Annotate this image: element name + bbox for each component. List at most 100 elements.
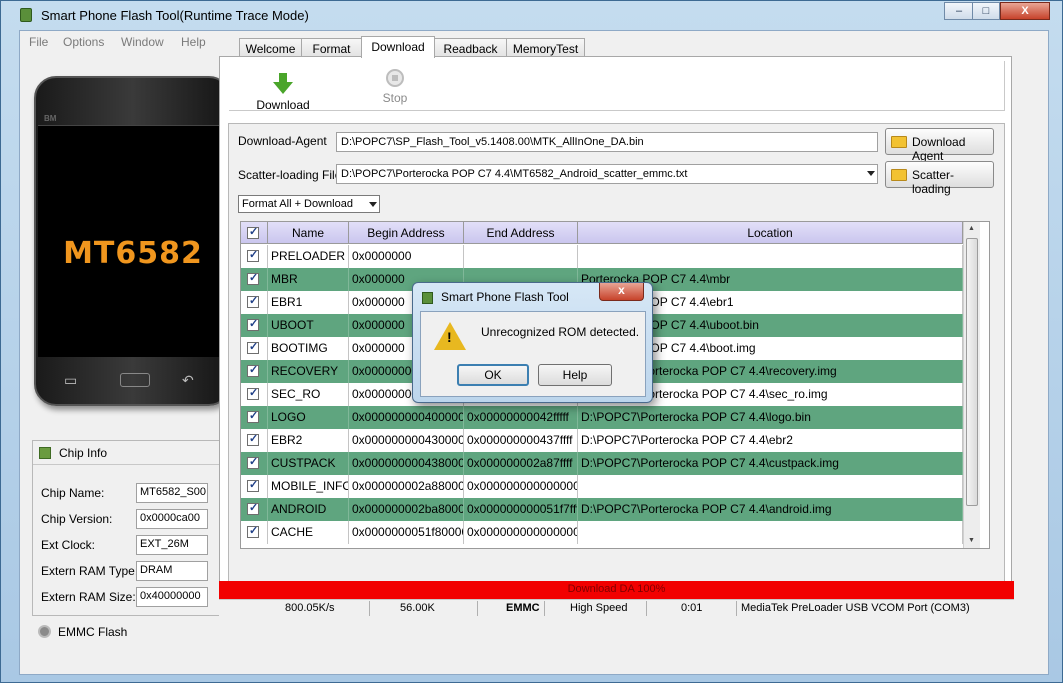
chip-version-value[interactable]: 0x0000ca00 — [136, 509, 208, 529]
divider — [646, 601, 647, 616]
cell-begin: 0x0000000004000000 — [349, 406, 464, 429]
progress-text: Download DA 100% — [567, 583, 666, 595]
scroll-thumb[interactable] — [966, 238, 978, 506]
row-checkbox[interactable] — [247, 501, 259, 515]
back-key-icon: ↶ — [182, 372, 194, 388]
scatter-label: Scatter-loading File — [238, 168, 342, 182]
col-begin-address[interactable]: Begin Address — [349, 222, 464, 244]
row-checkbox[interactable] — [247, 363, 259, 377]
ram-type-value[interactable]: DRAM — [136, 561, 208, 581]
scatter-loading-button[interactable]: Scatter-loading — [885, 161, 994, 196]
download-arrowhead — [273, 82, 293, 94]
col-end-address[interactable]: End Address — [464, 222, 578, 244]
chevron-down-icon — [369, 202, 377, 207]
ram-size-value[interactable]: 0x40000000 — [136, 587, 208, 607]
cell-begin: 0x000000002a880000 — [349, 475, 464, 498]
chip-info-panel: Chip Info Chip Name: MT6582_S00 Chip Ver… — [32, 440, 233, 616]
row-checkbox[interactable] — [247, 386, 259, 400]
cell-begin: 0x0000000004300000 — [349, 429, 464, 452]
row-checkbox[interactable] — [247, 340, 259, 354]
tab-download[interactable]: Download — [361, 36, 435, 58]
cell-name: UBOOT — [268, 314, 349, 337]
emmc-flash-header[interactable]: EMMC Flash — [32, 620, 233, 644]
stop-button[interactable]: Stop — [365, 65, 425, 105]
close-button[interactable]: X — [1000, 2, 1050, 20]
table-row[interactable]: MOBILE_INFO0x000000002a8800000x000000000… — [241, 475, 963, 498]
row-checkbox-cell — [241, 452, 268, 475]
select-all-header[interactable] — [241, 222, 268, 244]
cell-name: EBR2 — [268, 429, 349, 452]
divider — [544, 601, 545, 616]
table-row[interactable]: PRELOADER0x0000000 — [241, 245, 963, 268]
download-agent-input[interactable]: D:\POPC7\SP_Flash_Tool_v5.1408.00\MTK_Al… — [336, 132, 878, 152]
toolbar: Download Stop — [229, 61, 1005, 112]
status-bar: 800.05K/s 56.00K EMMC High Speed 0:01 Me… — [219, 599, 1014, 617]
tab-memorytest[interactable]: MemoryTest — [506, 38, 585, 57]
table-row[interactable]: CACHE0x0000000051f800000x000000000000000… — [241, 521, 963, 544]
download-button[interactable]: Download — [253, 65, 313, 112]
table-row[interactable]: ANDROID0x000000002ba800000x000000000051f… — [241, 498, 963, 521]
status-time: 0:01 — [681, 602, 703, 614]
cell-begin: 0x0000000004380000 — [349, 452, 464, 475]
scatter-loading-button-label: Scatter-loading — [912, 168, 955, 196]
table-header: Name Begin Address End Address Location — [241, 222, 963, 244]
menu-options[interactable]: Options — [63, 35, 104, 49]
menu-help[interactable]: Help — [181, 35, 206, 49]
table-row[interactable]: LOGO0x00000000040000000x00000000042fffff… — [241, 406, 963, 429]
cell-begin: 0x000000002ba80000 — [349, 498, 464, 521]
cell-end: 0x0000000000000000 — [464, 475, 578, 498]
scatter-select[interactable]: D:\POPC7\Porterocka POP C7 4.4\MT6582_An… — [336, 164, 878, 184]
chip-row: Chip Name: MT6582_S00 — [33, 483, 218, 503]
dialog-message: Unrecognized ROM detected. — [481, 325, 640, 339]
row-checkbox[interactable] — [247, 317, 259, 331]
row-checkbox[interactable] — [247, 432, 259, 446]
phone-brand: BM — [44, 114, 57, 123]
cell-name: MBR — [268, 268, 349, 291]
app-icon — [422, 292, 433, 304]
row-checkbox[interactable] — [247, 524, 259, 538]
download-agent-button-label: Download Agent — [912, 135, 966, 163]
row-checkbox[interactable] — [247, 294, 259, 308]
mode-select[interactable]: Format All + Download — [238, 195, 380, 213]
download-arrow-icon — [279, 73, 287, 82]
cell-name: SEC_RO — [268, 383, 349, 406]
row-checkbox[interactable] — [247, 455, 259, 469]
col-name[interactable]: Name — [268, 222, 349, 244]
table-row[interactable]: EBR20x00000000043000000x000000000437ffff… — [241, 429, 963, 452]
folder-icon — [891, 136, 907, 148]
home-key-icon — [120, 373, 150, 387]
cell-location: D:\POPC7\Porterocka POP C7 4.4\custpack.… — [578, 452, 963, 475]
status-storage: EMMC — [506, 602, 540, 614]
tab-readback[interactable]: Readback — [434, 38, 507, 57]
status-size: 56.00K — [400, 602, 435, 614]
chip-info-header[interactable]: Chip Info — [33, 441, 232, 465]
col-location[interactable]: Location — [578, 222, 963, 244]
dialog-close-button[interactable]: x — [599, 283, 644, 301]
chip-name-value[interactable]: MT6582_S00 — [136, 483, 208, 503]
scroll-down-icon[interactable]: ▼ — [968, 537, 975, 544]
maximize-button[interactable]: □ — [972, 2, 1000, 20]
row-checkbox[interactable] — [247, 271, 259, 285]
ext-clock-value[interactable]: EXT_26M — [136, 535, 208, 555]
tab-format[interactable]: Format — [301, 38, 362, 57]
minimize-button[interactable]: – — [944, 2, 974, 20]
row-checkbox[interactable] — [247, 248, 259, 262]
row-checkbox[interactable] — [247, 409, 259, 423]
ok-button[interactable]: OK — [457, 364, 529, 386]
table-scrollbar[interactable]: ▲ ▼ — [963, 222, 980, 548]
cell-end: 0x000000000437ffff — [464, 429, 578, 452]
download-agent-button[interactable]: Download Agent — [885, 128, 994, 163]
title-bar[interactable]: Smart Phone Flash Tool(Runtime Trace Mod… — [1, 1, 1062, 29]
row-checkbox-cell — [241, 268, 268, 291]
scroll-up-icon[interactable]: ▲ — [968, 225, 975, 232]
select-all-checkbox[interactable] — [247, 225, 259, 239]
help-button[interactable]: Help — [538, 364, 612, 386]
menu-file[interactable]: File — [29, 35, 48, 49]
divider — [736, 601, 737, 616]
menu-window[interactable]: Window — [121, 35, 164, 49]
table-row[interactable]: CUSTPACK0x00000000043800000x000000002a87… — [241, 452, 963, 475]
chip-row: Chip Version: 0x0000ca00 — [33, 509, 218, 529]
row-checkbox[interactable] — [247, 478, 259, 492]
tab-welcome[interactable]: Welcome — [239, 38, 302, 57]
cell-location — [578, 521, 963, 544]
